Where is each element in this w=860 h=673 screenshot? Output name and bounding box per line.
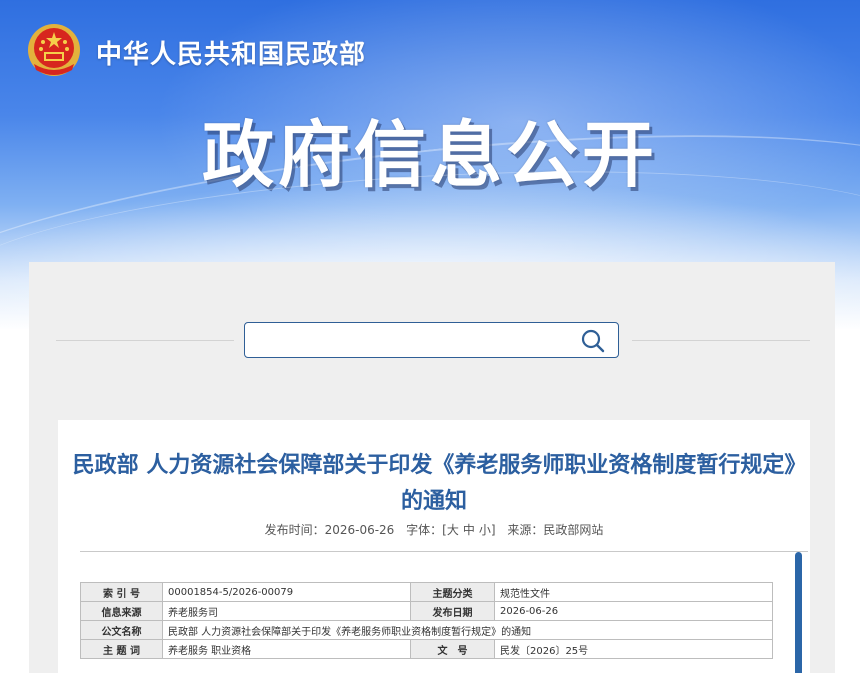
table-key: 公文名称 [80, 620, 163, 640]
table-row: 信息来源 养老服务司 发布日期 2026-06-26 [80, 601, 773, 621]
table-key: 文 号 [410, 639, 495, 659]
search-box [244, 322, 619, 358]
table-value: 养老服务司 [162, 601, 411, 621]
font-label: 字体：[ [406, 523, 447, 537]
table-value: 民发〔2026〕25号 [494, 639, 773, 659]
table-key: 发布日期 [410, 601, 495, 621]
publish-label: 发布时间： [264, 523, 325, 537]
search-input[interactable] [253, 329, 573, 351]
table-value: 养老服务 职业资格 [162, 639, 411, 659]
article-meta: 发布时间：2026-06-26 字体：[大中小] 来源：民政部网站 [58, 521, 810, 538]
table-value: 规范性文件 [494, 582, 773, 602]
font-small-button[interactable]: 小 [479, 523, 491, 537]
article-title: 民政部 人力资源社会保障部关于印发《养老服务师职业资格制度暂行规定》的通知 [72, 453, 796, 514]
search-icon[interactable] [580, 328, 606, 354]
font-close-bracket: ] [490, 523, 496, 537]
table-key: 索 引 号 [80, 582, 163, 602]
table-row: 主 题 词 养老服务 职业资格 文 号 民发〔2026〕25号 [80, 639, 773, 659]
ministry-name[interactable]: 中华人民共和国民政部 [96, 34, 366, 71]
table-value: 2026-06-26 [494, 601, 773, 621]
table-key: 信息来源 [80, 601, 163, 621]
search-divider-left [56, 340, 234, 341]
source-info: 来源：民政部网站 [507, 523, 603, 537]
scrollbar-thumb[interactable] [795, 552, 802, 673]
source-label: 来源： [507, 523, 544, 537]
publish-date: 2026-06-26 [324, 523, 395, 537]
publish-info: 发布时间：2026-06-26 [265, 523, 395, 537]
font-medium-button[interactable]: 中 [463, 523, 475, 537]
search-divider-right [632, 340, 810, 341]
table-value: 00001854-5/2026-00079 [162, 582, 411, 602]
table-value: 民政部 人力资源社会保障部关于印发《养老服务师职业资格制度暂行规定》的通知 [162, 620, 773, 640]
national-emblem-icon [28, 24, 80, 76]
font-size-control: 字体：[大中小] [406, 523, 495, 537]
article-divider [80, 551, 808, 552]
info-table: 索 引 号 00001854-5/2026-00079 主题分类 规范性文件 信… [80, 582, 773, 659]
table-key: 主题分类 [410, 582, 495, 602]
table-row: 公文名称 民政部 人力资源社会保障部关于印发《养老服务师职业资格制度暂行规定》的… [80, 620, 773, 640]
table-row: 索 引 号 00001854-5/2026-00079 主题分类 规范性文件 [80, 582, 773, 602]
font-large-button[interactable]: 大 [447, 523, 459, 537]
table-key: 主 题 词 [80, 639, 163, 659]
hero-title: 政府信息公开 [201, 113, 658, 197]
source-value: 民政部网站 [543, 523, 604, 537]
